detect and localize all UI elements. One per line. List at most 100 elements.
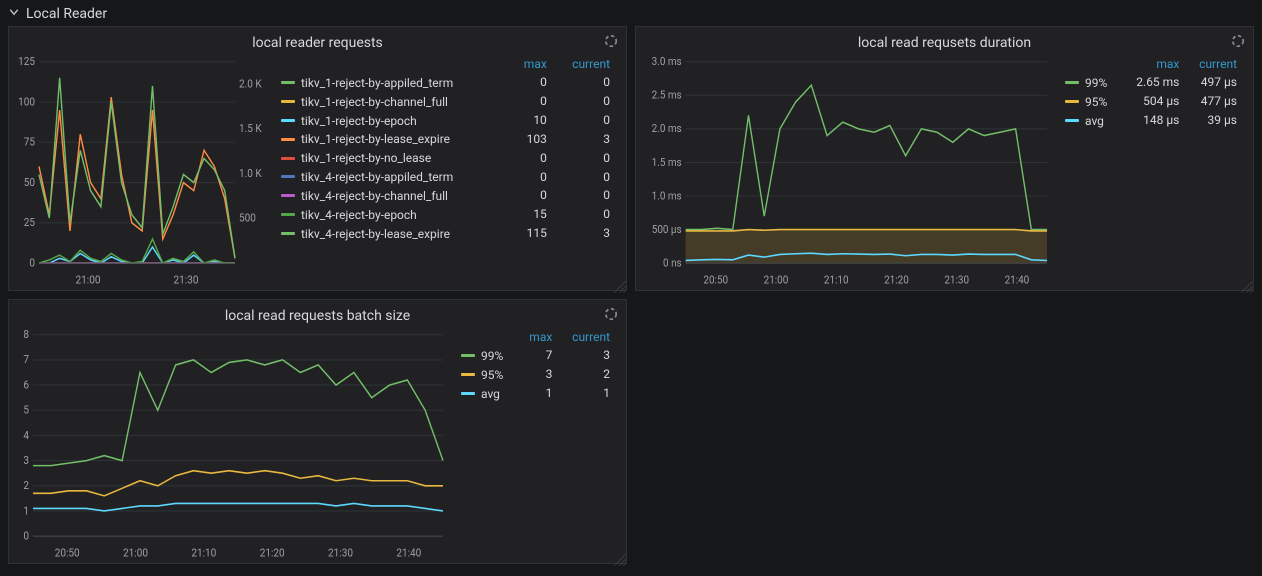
panel-title: local reader requests — [9, 27, 626, 55]
svg-text:21:10: 21:10 — [824, 273, 849, 287]
legend-header-max[interactable]: max — [1122, 55, 1186, 73]
legend-row[interactable]: avg148 µs39 µs — [1059, 111, 1243, 130]
svg-text:4: 4 — [23, 428, 29, 442]
svg-text:21:00: 21:00 — [123, 546, 148, 560]
legend-current: 2 — [558, 365, 616, 384]
legend: max current tikv_1-reject-by-appiled_ter… — [269, 55, 626, 250]
legend-row[interactable]: avg11 — [455, 384, 616, 403]
legend-header-current[interactable]: current — [1185, 55, 1243, 73]
legend-max: 1 — [518, 384, 559, 403]
svg-text:0: 0 — [23, 529, 29, 543]
svg-text:1.0 ms: 1.0 ms — [652, 189, 682, 203]
legend-swatch-icon — [461, 373, 475, 376]
legend-max: 3 — [518, 365, 559, 384]
legend-max: 10 — [508, 111, 552, 130]
legend-max: 2.65 ms — [1122, 73, 1186, 92]
legend-swatch-icon — [281, 138, 295, 141]
svg-text:2.0 K: 2.0 K — [239, 77, 262, 91]
svg-text:1.0 K: 1.0 K — [239, 166, 262, 180]
chart-area[interactable]: 01234567820:5021:0021:1021:2021:3021:40 — [9, 328, 449, 563]
legend-row[interactable]: tikv_4-reject-by-lease_expire 1153 — [275, 224, 616, 243]
legend-swatch-icon — [281, 100, 295, 103]
svg-text:21:20: 21:20 — [884, 273, 909, 287]
legend-label: tikv_4-reject-by-appiled_term — [301, 170, 453, 184]
svg-text:1.5 ms: 1.5 ms — [652, 155, 682, 169]
legend-swatch-icon — [281, 175, 295, 178]
legend-max: 148 µs — [1122, 111, 1186, 130]
legend-swatch-icon — [1065, 81, 1079, 84]
panel-local-read-batch-size: local read requests batch size 012345678… — [8, 299, 627, 564]
legend-max: 0 — [508, 148, 552, 167]
svg-text:21:30: 21:30 — [944, 273, 969, 287]
svg-text:21:20: 21:20 — [260, 546, 285, 560]
legend-row[interactable]: tikv_1-reject-by-epoch100 — [275, 111, 616, 130]
legend-current: 477 µs — [1185, 92, 1243, 111]
legend-swatch-icon — [461, 392, 475, 395]
legend-label: tikv_1-reject-by-epoch — [301, 113, 417, 127]
resize-handle-icon[interactable] — [614, 278, 626, 290]
svg-text:3.0 ms: 3.0 ms — [652, 55, 682, 68]
svg-text:20:50: 20:50 — [703, 273, 728, 287]
legend-row[interactable]: tikv_1-reject-by-no_lease00 — [275, 148, 616, 167]
svg-text:8: 8 — [23, 328, 29, 341]
svg-text:2: 2 — [23, 479, 29, 493]
legend-label: tikv_4-reject-by-channel_full — [301, 189, 448, 203]
resize-handle-icon[interactable] — [614, 551, 626, 563]
legend-label: avg — [481, 386, 500, 400]
legend-max: 115 — [508, 224, 552, 243]
legend-current: 0 — [553, 205, 616, 224]
svg-text:1: 1 — [23, 504, 29, 518]
legend-label: 95% — [1085, 95, 1107, 109]
resize-handle-icon[interactable] — [1241, 278, 1253, 290]
svg-text:21:00: 21:00 — [76, 273, 101, 287]
chevron-down-icon — [8, 6, 20, 22]
loading-icon — [604, 306, 618, 320]
svg-text:75: 75 — [24, 135, 35, 149]
svg-text:5: 5 — [23, 403, 29, 417]
svg-text:1.5 K: 1.5 K — [239, 122, 262, 136]
legend-current: 0 — [553, 167, 616, 186]
legend-current: 0 — [553, 73, 616, 92]
legend-row[interactable]: tikv_4-reject-by-appiled_term 00 — [275, 167, 616, 186]
panel-title: local read requsets duration — [636, 27, 1253, 55]
legend-header-max[interactable]: max — [508, 55, 552, 73]
legend-row[interactable]: tikv_4-reject-by-epoch150 — [275, 205, 616, 224]
legend-current: 3 — [553, 224, 616, 243]
legend-header-current[interactable]: current — [553, 55, 616, 73]
legend-max: 0 — [508, 167, 552, 186]
chart-area[interactable]: 02550751001255001.0 K1.5 K2.0 K21:0021:3… — [9, 55, 269, 290]
svg-text:500: 500 — [239, 211, 256, 225]
legend-swatch-icon — [281, 194, 295, 197]
legend-row[interactable]: tikv_4-reject-by-channel_full00 — [275, 186, 616, 205]
loading-icon — [604, 33, 618, 47]
svg-text:0: 0 — [29, 256, 35, 270]
legend-row[interactable]: 95%504 µs477 µs — [1059, 92, 1243, 111]
row-header[interactable]: Local Reader — [0, 0, 1262, 26]
legend-current: 0 — [553, 92, 616, 111]
svg-text:125: 125 — [18, 55, 35, 68]
legend-current: 497 µs — [1185, 73, 1243, 92]
svg-text:7: 7 — [23, 353, 29, 367]
legend-header-max[interactable]: max — [518, 328, 559, 346]
svg-text:21:40: 21:40 — [396, 546, 421, 560]
legend-swatch-icon — [281, 81, 295, 84]
legend-swatch-icon — [281, 157, 295, 160]
chart-area[interactable]: 0 ns500 µs1.0 ms1.5 ms2.0 ms2.5 ms3.0 ms… — [636, 55, 1053, 290]
legend-row[interactable]: 99% 2.65 ms497 µs — [1059, 73, 1243, 92]
legend-label: 99% — [1085, 76, 1107, 90]
legend-row[interactable]: 95%32 — [455, 365, 616, 384]
row-title: Local Reader — [26, 6, 107, 22]
svg-text:21:00: 21:00 — [764, 273, 789, 287]
legend-header-current[interactable]: current — [558, 328, 616, 346]
legend-row[interactable]: tikv_1-reject-by-channel_full00 — [275, 92, 616, 111]
legend-label: tikv_4-reject-by-lease_expire — [301, 226, 450, 240]
legend-current: 3 — [558, 346, 616, 365]
legend-row[interactable]: tikv_1-reject-by-appiled_term00 — [275, 73, 616, 92]
legend-current: 0 — [553, 186, 616, 205]
legend-row[interactable]: tikv_1-reject-by-lease_expire1033 — [275, 129, 616, 148]
legend-swatch-icon — [281, 232, 295, 235]
svg-text:50: 50 — [24, 175, 35, 189]
legend-max: 103 — [508, 129, 552, 148]
legend-row[interactable]: 99%73 — [455, 346, 616, 365]
legend-swatch-icon — [461, 354, 475, 357]
